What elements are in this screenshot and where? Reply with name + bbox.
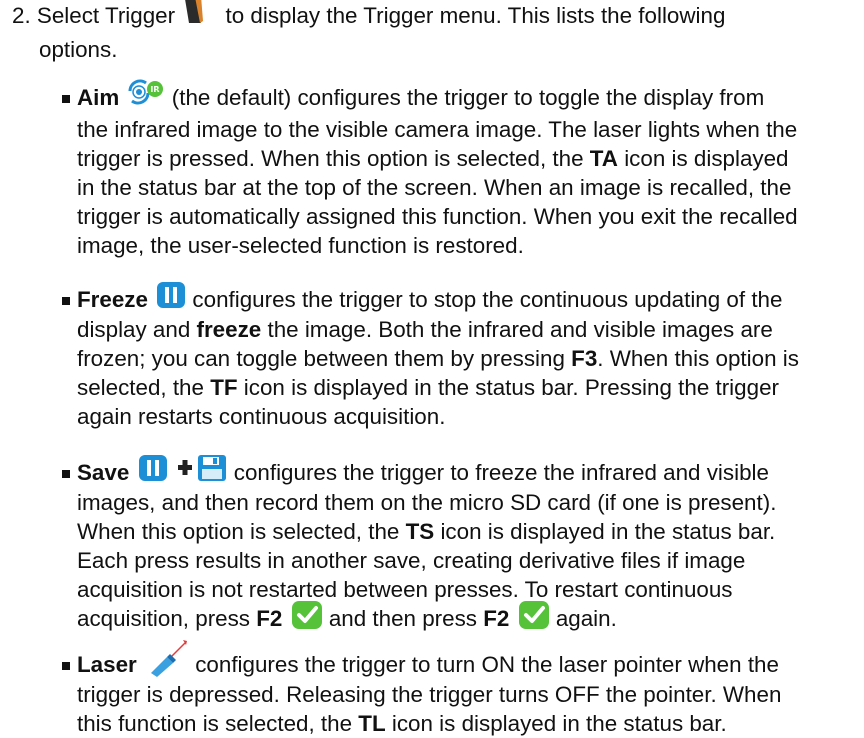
laser-pointer-icon — [143, 640, 189, 679]
step-text-b: to display the Trigger menu. This lists … — [225, 3, 726, 28]
freeze-text-1: configures the trigger to stop the conti… — [192, 287, 783, 312]
freeze-label: Freeze — [77, 287, 148, 312]
freeze-text-3b: . When this option is — [597, 346, 799, 371]
laser-label: Laser — [77, 652, 137, 677]
save-label: Save — [77, 460, 130, 485]
laser-text-3b: icon is displayed in the status bar. — [391, 711, 727, 736]
aim-line-2: the infrared image to the visible camera… — [77, 117, 798, 142]
laser-text-3a: this function is selected, the — [77, 711, 353, 736]
toggle-ir-visible-icon: IR — [126, 79, 166, 112]
freeze-line-4: selected, the TF icon is displayed in th… — [77, 374, 779, 402]
bullet-freeze — [62, 297, 70, 305]
aim-line-1: Aim IR (the default) configures the trig… — [77, 79, 765, 112]
save-line-5: acquisition is not restarted between pre… — [77, 577, 733, 602]
step-text-a: Select Trigger — [36, 3, 176, 28]
save-line-3: When this option is selected, the TS ico… — [77, 518, 775, 546]
save-text-6-bold1: F2 — [256, 606, 283, 631]
save-text-6-bold2: F2 — [483, 606, 510, 631]
aim-text-1: (the default) configures the trigger to … — [171, 85, 765, 110]
freeze-text-4-bold: TF — [210, 375, 238, 400]
aim-line-6: image, the user-selected function is res… — [77, 233, 524, 258]
bullet-save — [62, 470, 70, 478]
bullet-aim — [62, 95, 70, 103]
freeze-text-4a: selected, the — [77, 375, 204, 400]
freeze-line-2: display and freeze the image. Both the i… — [77, 316, 773, 344]
save-line-2: images, and then record them on the micr… — [77, 490, 777, 515]
save-text-3-bold: TS — [405, 519, 435, 544]
freeze-text-2b: the image. Both the infrared and visible… — [267, 317, 773, 342]
freeze-text-2-bold: freeze — [196, 317, 262, 342]
manual-page: 2. Select Trigger to display the Trigger… — [0, 0, 864, 736]
freeze-text-3a: frozen; you can toggle between them by p… — [77, 346, 565, 371]
save-text-1: configures the trigger to freeze the inf… — [233, 460, 769, 485]
save-line-4: Each press results in another save, crea… — [77, 548, 746, 573]
laser-line-2: trigger is depressed. Releasing the trig… — [77, 682, 782, 707]
plus-icon — [177, 460, 192, 476]
checkmark-icon — [516, 601, 550, 633]
save-line-6: acquisition, press F2 and then press F2 … — [77, 601, 617, 633]
laser-text-3-bold: TL — [358, 711, 386, 736]
freeze-line-3: frozen; you can toggle between them by p… — [77, 345, 799, 373]
laser-line-1: Laser configures the trigger to turn ON … — [77, 640, 779, 679]
pause-icon — [138, 455, 167, 482]
aim-text-3-bold: TA — [589, 146, 618, 171]
save-text-6b: and then press — [328, 606, 477, 631]
pause-icon — [154, 282, 186, 314]
floppy-disk-icon — [197, 455, 226, 482]
laser-line-3: this function is selected, the TL icon i… — [77, 710, 727, 738]
save-icon-group — [136, 455, 228, 487]
save-text-6c: again. — [555, 606, 617, 631]
freeze-line-1: Freeze configures the trigger to stop th… — [77, 282, 783, 314]
checkmark-icon — [289, 601, 323, 633]
aim-label: Aim — [77, 85, 120, 110]
svg-text:IR: IR — [150, 85, 159, 94]
save-text-3a: When this option is selected, the — [77, 519, 400, 544]
freeze-text-2a: display and — [77, 317, 191, 342]
step-number: 2. — [12, 3, 31, 28]
aim-line-3: trigger is pressed. When this option is … — [77, 145, 789, 173]
freeze-line-5: again restarts continuous acquisition. — [77, 404, 446, 429]
save-line-1: Save configures the trigger to freeze th… — [77, 455, 769, 487]
step-line-1: 2. Select Trigger to display the Trigger… — [12, 0, 726, 32]
save-text-3b: icon is displayed in the status bar. — [440, 519, 776, 544]
aim-text-3a: trigger is pressed. When this option is … — [77, 146, 584, 171]
aim-line-5: trigger is automatically assigned this f… — [77, 204, 798, 229]
laser-text-1: configures the trigger to turn ON the la… — [195, 652, 779, 677]
freeze-text-3-bold: F3 — [571, 346, 598, 371]
trigger-icon — [181, 0, 219, 32]
aim-text-3b: icon is displayed — [624, 146, 789, 171]
freeze-text-4b: icon is displayed in the status bar. Pre… — [243, 375, 779, 400]
save-text-6a: acquisition, press — [77, 606, 250, 631]
bullet-laser — [62, 662, 70, 670]
step-line-2: options. — [39, 37, 118, 62]
aim-line-4: in the status bar at the top of the scre… — [77, 175, 792, 200]
